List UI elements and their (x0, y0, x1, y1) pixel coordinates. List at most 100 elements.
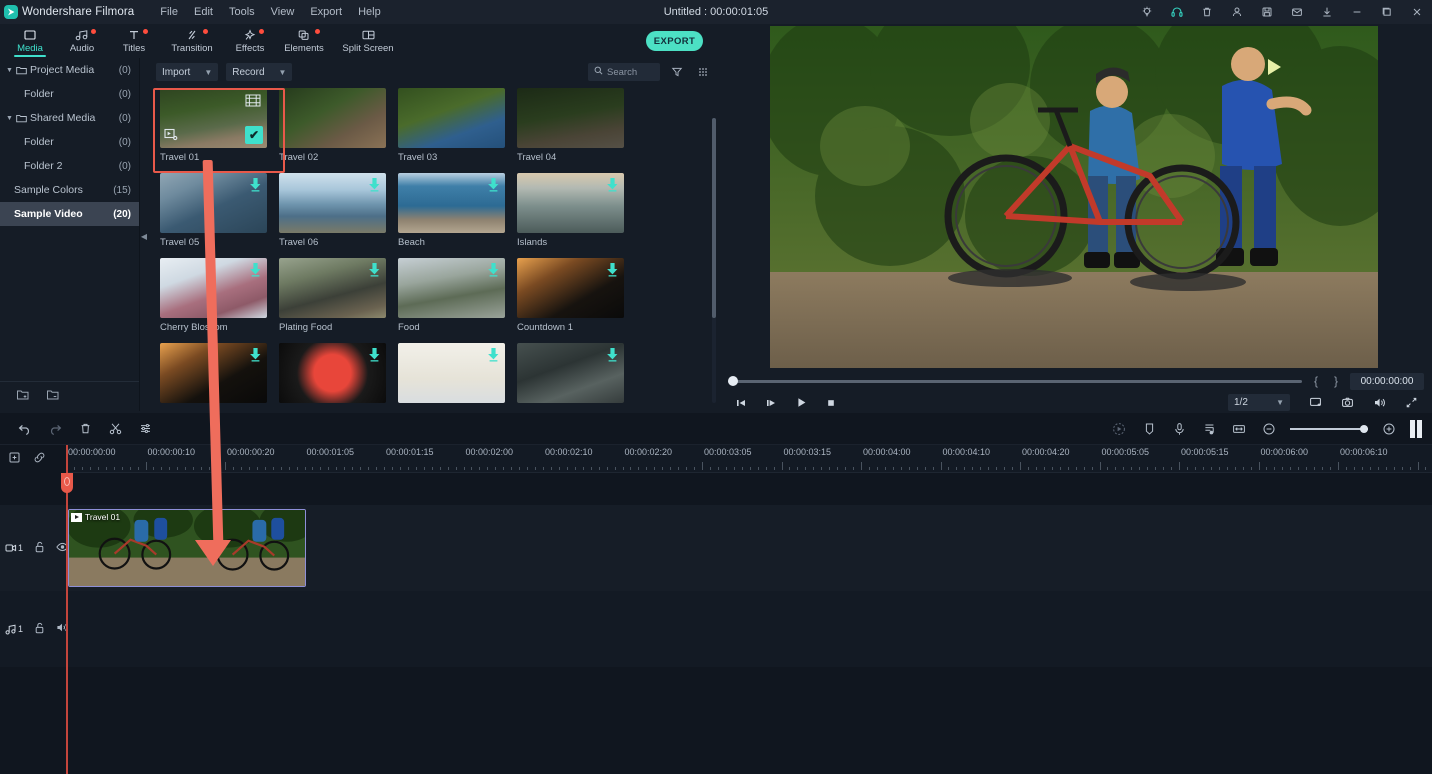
menu-item-file[interactable]: File (160, 6, 178, 18)
marker-pair-icon[interactable] (1410, 420, 1426, 438)
tab-elements[interactable]: Elements (276, 24, 332, 58)
headset-support-icon[interactable] (1162, 0, 1192, 24)
fullscreen-icon[interactable] (1300, 392, 1330, 413)
tab-titles[interactable]: Titles (108, 24, 160, 58)
link-icon[interactable] (33, 451, 46, 467)
media-item[interactable]: Travel 02 (279, 88, 398, 173)
download-icon[interactable] (606, 262, 619, 280)
grid-view-icon[interactable] (694, 63, 712, 81)
save-icon[interactable] (1252, 0, 1282, 24)
fit-timeline-icon[interactable] (1224, 413, 1254, 445)
sidebar-item-sample-colors[interactable]: Sample Colors (15) (0, 178, 139, 202)
sidebar-item-folder-project[interactable]: Folder (0) (0, 82, 139, 106)
menu-item-view[interactable]: View (271, 6, 295, 18)
media-item[interactable] (160, 343, 279, 411)
lightbulb-icon[interactable] (1132, 0, 1162, 24)
sidebar-item-project-media[interactable]: ▼ Project Media (0) (0, 58, 139, 82)
download-icon[interactable] (487, 262, 500, 280)
media-item[interactable]: ✔ Travel 01 (160, 88, 279, 173)
media-grid-scrollbar[interactable] (712, 118, 716, 403)
download-icon[interactable] (487, 347, 500, 365)
close-icon[interactable] (1402, 0, 1432, 24)
redo-icon[interactable] (40, 413, 70, 445)
trash-icon[interactable] (1192, 0, 1222, 24)
menu-item-tools[interactable]: Tools (229, 6, 255, 18)
account-icon[interactable] (1222, 0, 1252, 24)
media-thumbnail[interactable]: ✔ (160, 88, 267, 148)
remove-folder-icon[interactable] (46, 389, 60, 404)
download-icon[interactable] (249, 262, 262, 280)
split-icon[interactable] (100, 413, 130, 445)
download-icon[interactable] (1312, 0, 1342, 24)
download-icon[interactable] (606, 347, 619, 365)
timeline-zoom-slider[interactable] (1290, 424, 1368, 433)
media-item[interactable]: Islands (517, 173, 636, 258)
media-item[interactable]: Plating Food (279, 258, 398, 343)
download-icon[interactable] (249, 347, 262, 365)
media-item[interactable]: Cherry Blossom (160, 258, 279, 343)
download-icon[interactable] (368, 177, 381, 195)
media-thumbnail[interactable] (160, 173, 267, 233)
menu-item-edit[interactable]: Edit (194, 6, 213, 18)
media-thumbnail[interactable] (279, 88, 386, 148)
mark-in-button[interactable]: { (1310, 374, 1322, 388)
sidebar-item-folder-shared[interactable]: Folder (0) (0, 130, 139, 154)
download-icon[interactable] (606, 177, 619, 195)
video-track-1-body[interactable]: Travel 01 (66, 505, 1432, 591)
sidebar-collapse-handle[interactable]: ◀ (140, 228, 148, 244)
filter-icon[interactable] (668, 63, 686, 81)
export-button[interactable]: EXPORT (646, 31, 703, 51)
media-grid[interactable]: ✔ Travel 01 Travel 02 Travel 03 Travel 04 Tra… (148, 86, 720, 411)
sidebar-item-sample-video[interactable]: Sample Video (20) (0, 202, 139, 226)
media-item[interactable]: Countdown 1 (517, 258, 636, 343)
next-frame-button[interactable] (756, 392, 786, 413)
preview-quality-dropdown[interactable]: 1/2 ▼ (1228, 394, 1290, 411)
tab-media[interactable]: Media (4, 24, 56, 58)
media-item[interactable] (279, 343, 398, 411)
media-item[interactable]: Travel 04 (517, 88, 636, 173)
volume-icon[interactable] (1364, 392, 1394, 413)
play-button[interactable] (786, 392, 816, 413)
stop-button[interactable] (816, 392, 846, 413)
playhead[interactable] (61, 445, 73, 774)
import-dropdown[interactable]: Import ▼ (156, 63, 219, 81)
unlock-icon[interactable] (34, 622, 45, 637)
media-item[interactable]: Beach (398, 173, 517, 258)
download-icon[interactable] (487, 177, 500, 195)
media-thumbnail[interactable] (160, 258, 267, 318)
tab-effects[interactable]: Effects (224, 24, 276, 58)
add-folder-icon[interactable] (16, 389, 30, 404)
media-thumbnail[interactable] (517, 258, 624, 318)
media-thumbnail[interactable] (398, 88, 505, 148)
media-thumbnail[interactable] (279, 343, 386, 403)
media-thumbnail[interactable] (398, 343, 505, 403)
delete-icon[interactable] (70, 413, 100, 445)
menu-item-export[interactable]: Export (310, 6, 342, 18)
menu-item-help[interactable]: Help (358, 6, 381, 18)
sidebar-item-folder-2[interactable]: Folder 2 (0) (0, 154, 139, 178)
sidebar-item-shared-media[interactable]: ▼ Shared Media (0) (0, 106, 139, 130)
marker-icon[interactable] (1134, 413, 1164, 445)
zoom-out-icon[interactable] (1254, 413, 1284, 445)
add-track-icon[interactable] (8, 451, 21, 467)
media-thumbnail[interactable] (517, 88, 624, 148)
media-item[interactable]: Travel 05 (160, 173, 279, 258)
media-thumbnail[interactable] (517, 173, 624, 233)
minimize-icon[interactable] (1342, 0, 1372, 24)
snapshot-icon[interactable] (1332, 392, 1362, 413)
settings-icon[interactable] (130, 413, 160, 445)
preview-timecode[interactable]: 00:00:00:00 (1350, 372, 1424, 390)
record-dropdown[interactable]: Record ▼ (226, 63, 293, 81)
zoom-in-icon[interactable] (1374, 413, 1404, 445)
previous-frame-button[interactable] (726, 392, 756, 413)
render-preview-icon[interactable] (1104, 413, 1134, 445)
mail-icon[interactable] (1282, 0, 1312, 24)
media-thumbnail[interactable] (517, 343, 624, 403)
expand-icon[interactable] (1396, 392, 1426, 413)
preview-video-frame[interactable] (770, 26, 1378, 368)
timeline-ruler[interactable]: 00:00:00:00 00:00:00:10 00:00:00:20 00:00:0… (66, 445, 1432, 473)
search-input[interactable]: Search (588, 63, 660, 81)
mark-out-button[interactable]: } (1330, 374, 1342, 388)
tab-split-screen[interactable]: Split Screen (332, 24, 404, 58)
media-item[interactable]: Travel 06 (279, 173, 398, 258)
